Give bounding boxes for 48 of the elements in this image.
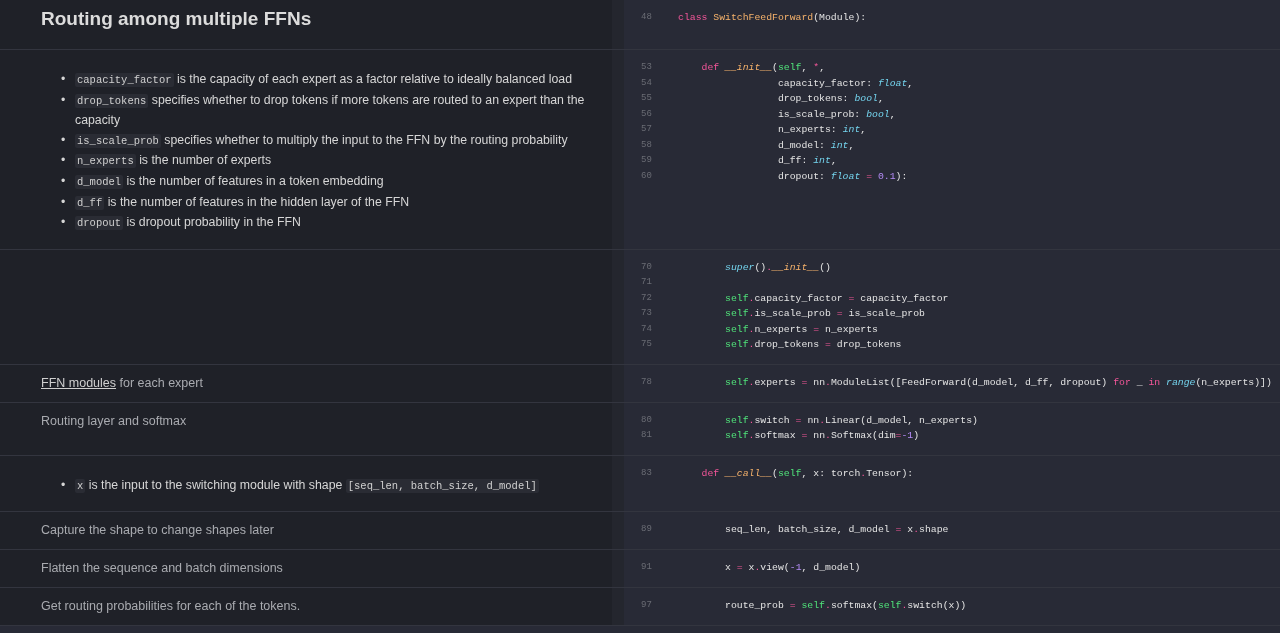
line-number: 53 — [640, 61, 653, 74]
line-number: 58 — [640, 138, 653, 152]
line-number: 54 — [640, 76, 653, 90]
code-line: d_model: int, — [776, 138, 855, 153]
list-item: • d_model is the number of features in a token embedding — [61, 172, 385, 191]
code-line: x = x.view(-1, d_model) — [724, 561, 861, 576]
line-number: 81 — [640, 429, 653, 443]
doc-paragraph: FFN modules for each expert — [41, 374, 204, 391]
code-line: self.is_scale_prob = is_scale_prob — [724, 307, 925, 322]
list-item: • d_ff is the number of features in the hidden layer of the FFN — [61, 193, 411, 212]
code-line: drop_tokens: bool, — [776, 92, 884, 106]
code-line: d_ff: int, — [776, 154, 837, 168]
code-line: route_prob = self.softmax(self.switch(x)) — [724, 599, 967, 614]
line-number: 48 — [640, 11, 653, 24]
doc-link[interactable]: FFN modules — [41, 375, 117, 390]
doc-paragraph: Routing layer and softmax — [41, 412, 188, 429]
doc-paragraph: Flatten the sequence and batch dimensions — [41, 560, 284, 577]
code-line: super().__init__() — [724, 260, 831, 275]
code-line: class SwitchFeedForward(Module): — [678, 11, 867, 25]
code-line: def __init__(self, *, — [700, 61, 826, 75]
code-line: capacity_factor: float, — [776, 76, 914, 91]
line-number: 59 — [640, 154, 653, 167]
list-item: • is_scale_prob specifies whether to multiply the input to the FFN by the routing probability — [61, 131, 569, 150]
doc-paragraph: Capture the shape to change shapes later — [41, 522, 275, 539]
line-number: 91 — [640, 561, 653, 575]
code-line: self.drop_tokens = drop_tokens — [724, 338, 902, 353]
doc-paragraph: Get routing probabilities for each of the tokens. — [41, 598, 302, 615]
line-number: 71 — [640, 276, 653, 290]
line-number: 55 — [640, 92, 653, 105]
code-line: dropout: float = 0.1): — [776, 169, 908, 184]
line-number: 97 — [640, 599, 653, 613]
code-line: is_scale_prob: bool, — [776, 107, 896, 122]
list-item: • x is the input to the switching module with shape [seq_len, batch_size, d_model] — [61, 476, 540, 495]
code-line: self.capacity_factor = capacity_factor — [724, 291, 949, 306]
code-line: seq_len, batch_size, d_model = x.shape — [724, 523, 949, 538]
code-line: self.switch = nn.Linear(d_model, n_experts) — [724, 413, 978, 428]
line-number: 89 — [640, 523, 653, 537]
code-line: self.softmax = nn.Softmax(dim=-1) — [724, 429, 920, 444]
line-number: 57 — [640, 123, 653, 136]
list-item: • capacity_factor is the capacity of each expert as a factor relative to ideally balanced load — [61, 71, 574, 89]
code-line: n_experts: int, — [776, 123, 867, 137]
list-item: • n_experts is the number of experts — [61, 152, 273, 171]
code-line: self.n_experts = n_experts — [724, 322, 878, 337]
list-item: • dropout is dropout probability in the FFN — [61, 214, 302, 233]
code-line: self.experts = nn.ModuleList([FeedForward(d_model, d_ff, dropout) for _ in range(n_experts)]) — [724, 375, 1272, 390]
line-number: 56 — [640, 107, 653, 121]
section-heading: Routing among multiple FFNs — [41, 10, 313, 31]
code-line: def __call__(self, x: torch.Tensor): — [700, 466, 914, 481]
